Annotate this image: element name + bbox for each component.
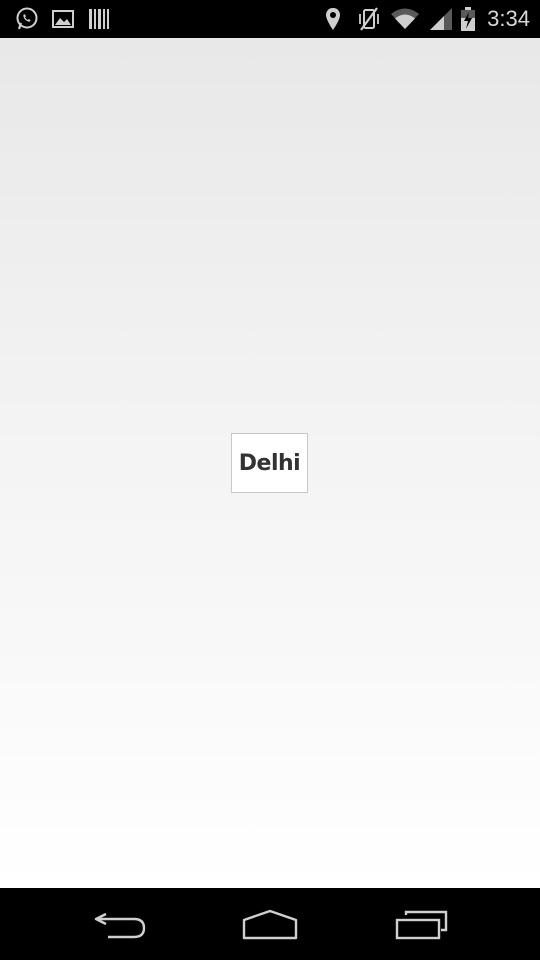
back-arrow-icon <box>94 912 146 939</box>
main-content: Delhi <box>0 38 540 888</box>
status-bar: 3:34 <box>0 0 540 38</box>
back-button[interactable] <box>90 906 150 944</box>
home-icon <box>242 909 298 940</box>
vibrate-off-icon <box>356 6 382 32</box>
location-icon <box>320 6 346 32</box>
wifi-icon <box>390 6 420 32</box>
navigation-bar <box>0 888 540 960</box>
home-button[interactable] <box>240 906 300 944</box>
city-button[interactable]: Delhi <box>231 433 308 493</box>
signal-icon <box>428 6 454 32</box>
status-time: 3:34 <box>487 6 530 31</box>
recent-apps-icon <box>395 910 448 940</box>
battery-charging-icon <box>458 6 478 32</box>
barcode-icon <box>86 6 112 32</box>
gallery-icon <box>50 6 76 32</box>
whatsapp-icon <box>14 6 40 32</box>
recent-apps-button[interactable] <box>392 906 452 944</box>
phone-screen: 3:34 Delhi <box>0 0 540 960</box>
